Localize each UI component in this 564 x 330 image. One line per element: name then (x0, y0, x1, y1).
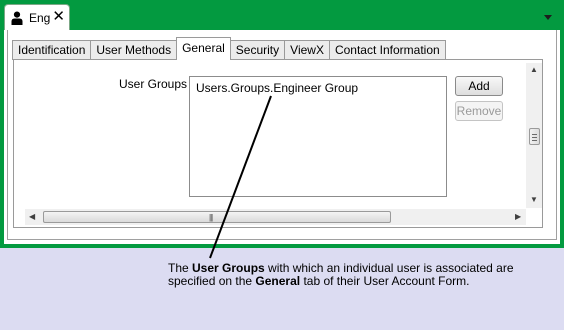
tab-general[interactable]: General (176, 37, 231, 60)
callout-caption: The User Groups with which an individual… (168, 261, 514, 288)
